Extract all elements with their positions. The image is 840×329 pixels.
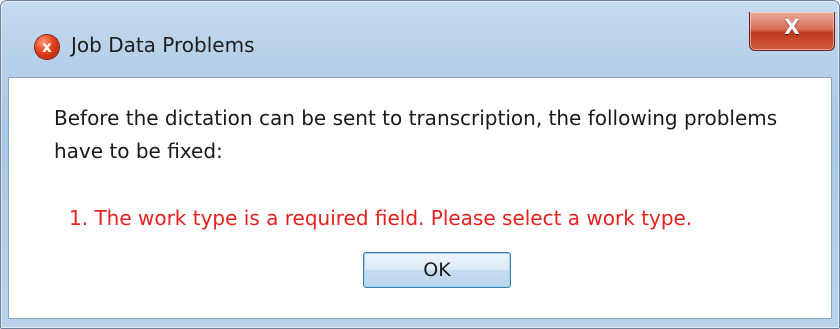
close-icon: X: [784, 15, 800, 39]
dialog-message: Before the dictation can be sent to tran…: [54, 106, 778, 163]
error-icon: x: [35, 35, 59, 59]
title-bar[interactable]: x Job Data Problems X: [1, 1, 839, 59]
dialog-window: x Job Data Problems X Before the dictati…: [0, 0, 840, 329]
close-button[interactable]: X: [749, 12, 835, 51]
window-title: Job Data Problems: [71, 33, 255, 57]
problem-item: 1. The work type is a required field. Pl…: [69, 206, 693, 230]
dialog-content: Before the dictation can be sent to tran…: [8, 77, 832, 319]
ok-button[interactable]: OK: [363, 252, 511, 288]
